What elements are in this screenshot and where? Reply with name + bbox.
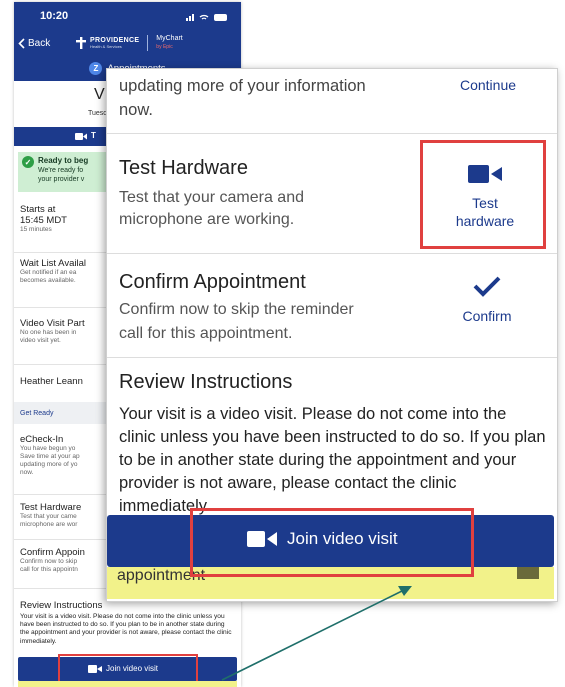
pointer-arrow (221, 586, 412, 681)
